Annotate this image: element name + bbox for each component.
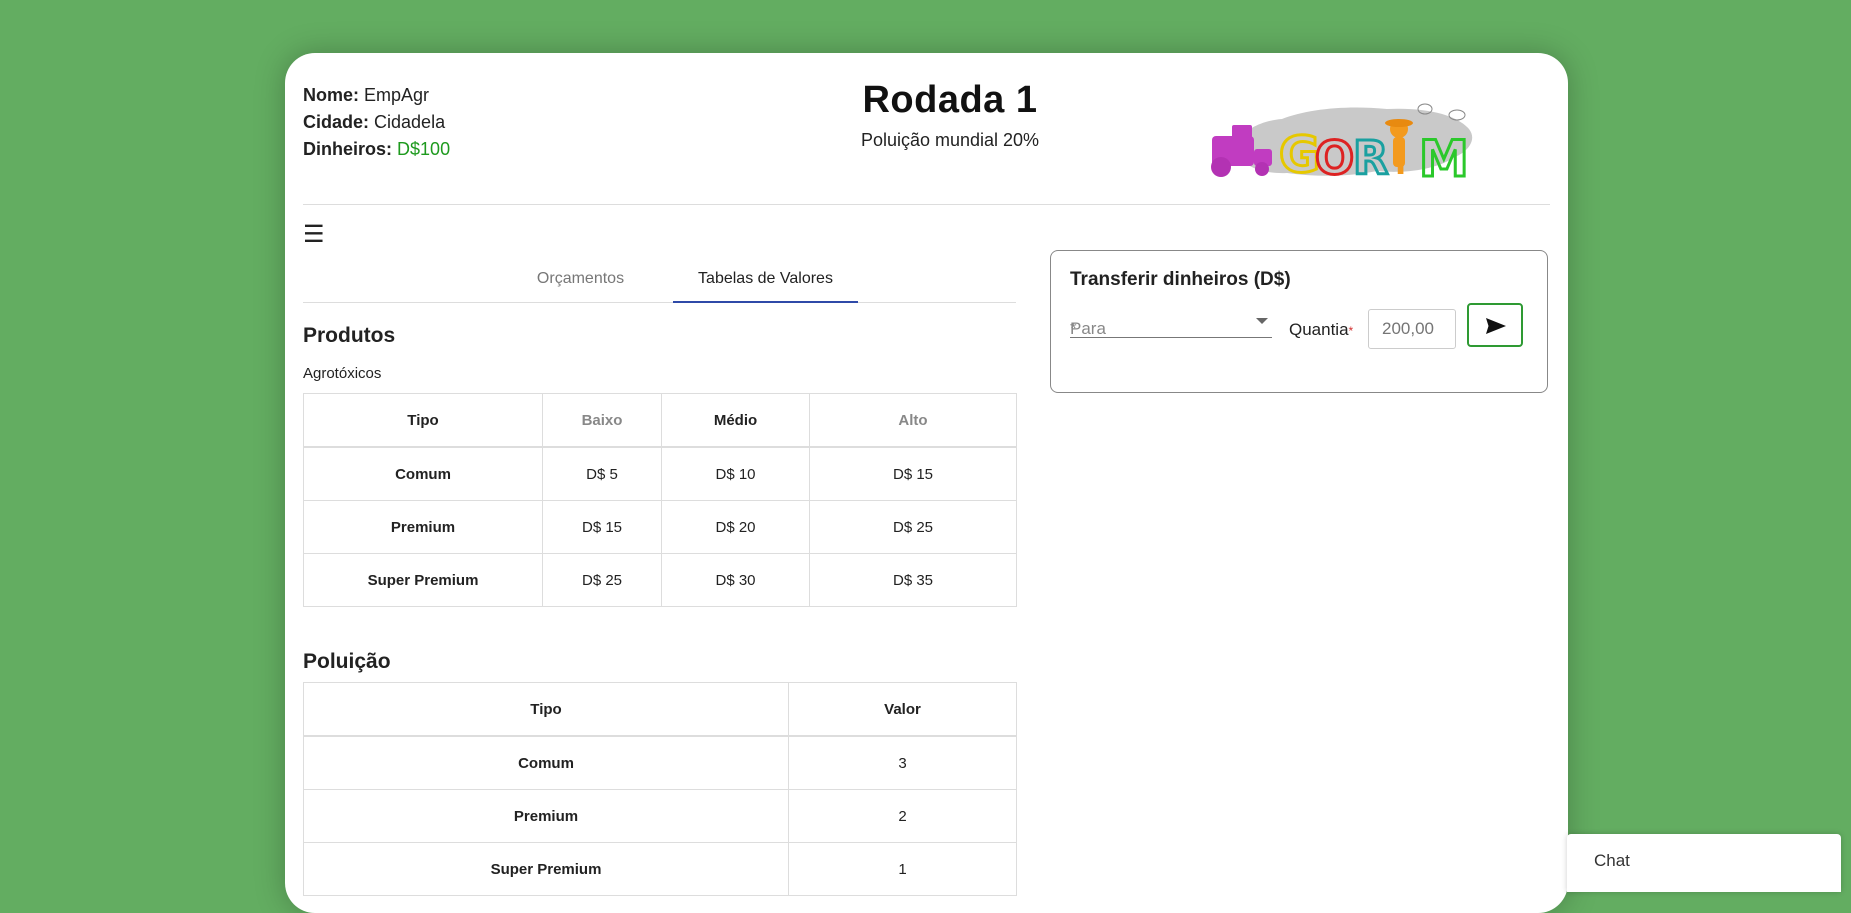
menu-icon[interactable]: ☰: [303, 223, 325, 247]
column-header: Médio: [661, 393, 810, 448]
transfer-panel: Transferir dinheiros (D$) Para * Quantia*: [1050, 250, 1548, 393]
row-header: Premium: [303, 500, 543, 554]
tab-orcamentos[interactable]: Orçamentos: [488, 256, 673, 302]
gorim-logo: G O R I M: [1207, 79, 1507, 190]
poluicao-heading: Poluição: [303, 650, 391, 673]
player-name: Nome: EmpAgr: [303, 85, 430, 105]
column-header: Valor: [788, 682, 1017, 737]
table-row: Super Premium 1: [303, 842, 1017, 896]
tab-bar: Orçamentos Tabelas de Valores: [303, 256, 1016, 303]
amount-label: Quantia*: [1289, 320, 1354, 339]
table-row: Comum D$ 5 D$ 10 D$ 15: [303, 446, 1017, 501]
header-divider: [303, 204, 1550, 205]
table-cell: D$ 25: [809, 500, 1017, 554]
tab-tabelas-de-valores[interactable]: Tabelas de Valores: [673, 256, 858, 303]
chevron-down-icon: [1256, 318, 1268, 324]
table-row: Comum 3: [303, 735, 1017, 790]
table-cell: D$ 15: [809, 446, 1017, 501]
player-money: Dinheiros: D$100: [303, 139, 451, 159]
chat-button[interactable]: Chat: [1567, 834, 1841, 892]
chat-label: Chat: [1594, 851, 1630, 870]
svg-text:O: O: [1315, 131, 1354, 185]
row-header: Comum: [303, 446, 543, 501]
svg-text:R: R: [1353, 131, 1388, 185]
column-header: Tipo: [303, 682, 789, 737]
table-row: Premium 2: [303, 789, 1017, 843]
table-cell: 3: [788, 735, 1017, 790]
column-header: Alto: [809, 393, 1017, 448]
table-cell: D$ 25: [542, 553, 662, 607]
table-cell: D$ 35: [809, 553, 1017, 607]
send-icon: [1486, 318, 1506, 334]
produtos-heading: Produtos: [303, 324, 396, 347]
player-city: Cidade: Cidadela: [303, 112, 446, 132]
row-header: Super Premium: [303, 842, 789, 896]
main-card: Nome: EmpAgr Cidade: Cidadela Dinheiros:…: [285, 53, 1568, 913]
row-header: Premium: [303, 789, 789, 843]
table-cell: D$ 15: [542, 500, 662, 554]
svg-text:M: M: [1419, 130, 1469, 188]
table-cell: 2: [788, 789, 1017, 843]
amount-input[interactable]: [1368, 309, 1456, 349]
table-cell: 1: [788, 842, 1017, 896]
transfer-title: Transferir dinheiros (D$): [1070, 269, 1291, 290]
table-cell: D$ 30: [661, 553, 810, 607]
world-pollution: Poluição mundial 20%: [860, 130, 1040, 150]
produtos-table: Tipo Baixo Médio Alto Comum D$ 5 D$ 10 D…: [303, 393, 1017, 607]
table-row: Super Premium D$ 25 D$ 30 D$ 35: [303, 553, 1017, 607]
table-cell: D$ 10: [661, 446, 810, 501]
round-header: Rodada 1 Poluição mundial 20%: [785, 79, 1115, 151]
poluicao-table: Tipo Valor Comum 3 Premium 2 Super Premi…: [303, 682, 1017, 896]
agrotoxicos-subheading: Agrotóxicos: [303, 365, 382, 382]
recipient-select[interactable]: Para *: [1070, 305, 1272, 338]
table-cell: D$ 5: [542, 446, 662, 501]
column-header: Tipo: [303, 393, 543, 448]
round-title: Rodada 1: [862, 79, 1038, 121]
table-header-row: Tipo Valor: [303, 682, 1017, 737]
table-cell: D$ 20: [661, 500, 810, 554]
svg-text:G: G: [1279, 126, 1320, 184]
table-row: Premium D$ 15 D$ 20 D$ 25: [303, 500, 1017, 554]
svg-text:I: I: [1395, 147, 1406, 182]
row-header: Comum: [303, 735, 789, 790]
player-info: Nome: EmpAgr Cidade: Cidadela Dinheiros:…: [303, 82, 450, 163]
table-header-row: Tipo Baixo Médio Alto: [303, 393, 1017, 448]
send-button[interactable]: [1467, 303, 1523, 347]
column-header: Baixo: [542, 393, 662, 448]
row-header: Super Premium: [303, 553, 543, 607]
